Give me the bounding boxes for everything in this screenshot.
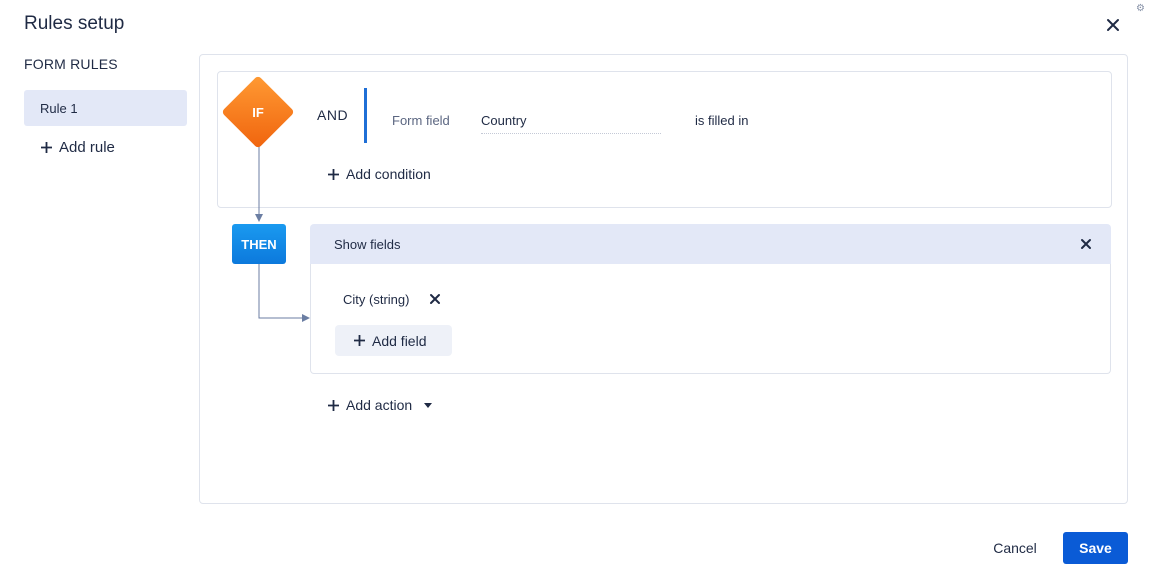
field-tag: City (string): [343, 292, 410, 307]
add-condition-label: Add condition: [346, 166, 431, 182]
add-field-button[interactable]: Add field: [335, 325, 452, 356]
gear-icon[interactable]: ⚙: [1136, 4, 1145, 14]
add-condition-button[interactable]: Add condition: [327, 166, 431, 182]
chevron-down-icon: [424, 402, 433, 408]
operator-bar: [364, 88, 367, 143]
condition-box: [217, 71, 1112, 208]
plus-icon: [328, 168, 339, 180]
field-select[interactable]: Country: [481, 113, 661, 134]
action-header: Show fields: [310, 224, 1111, 265]
operator-and[interactable]: AND: [317, 107, 348, 123]
remove-field-icon[interactable]: [429, 293, 441, 305]
cancel-button[interactable]: Cancel: [984, 532, 1046, 564]
add-action-label: Add action: [346, 397, 413, 413]
plus-icon: [41, 142, 52, 153]
plus-icon: [328, 399, 339, 411]
sidebar-heading: FORM RULES: [24, 56, 118, 72]
then-label: THEN: [232, 224, 286, 264]
add-field-label: Add field: [372, 332, 427, 349]
remove-action-icon[interactable]: [1079, 237, 1093, 251]
action-body: [310, 264, 1111, 374]
rule-label: Rule 1: [40, 101, 78, 116]
action-title: Show fields: [334, 237, 401, 252]
plus-icon: [354, 335, 365, 346]
add-rule-button[interactable]: Add rule: [40, 139, 115, 156]
close-icon[interactable]: [1105, 17, 1121, 33]
comparison-select[interactable]: is filled in: [695, 113, 748, 128]
field-type-label[interactable]: Form field: [392, 113, 450, 128]
add-action-button[interactable]: Add action: [327, 397, 433, 413]
if-label: IF: [252, 104, 264, 120]
add-rule-label: Add rule: [59, 139, 115, 156]
sidebar-item-rule-1[interactable]: Rule 1: [24, 90, 187, 126]
dialog-title: Rules setup: [24, 13, 125, 34]
save-button[interactable]: Save: [1063, 532, 1128, 564]
